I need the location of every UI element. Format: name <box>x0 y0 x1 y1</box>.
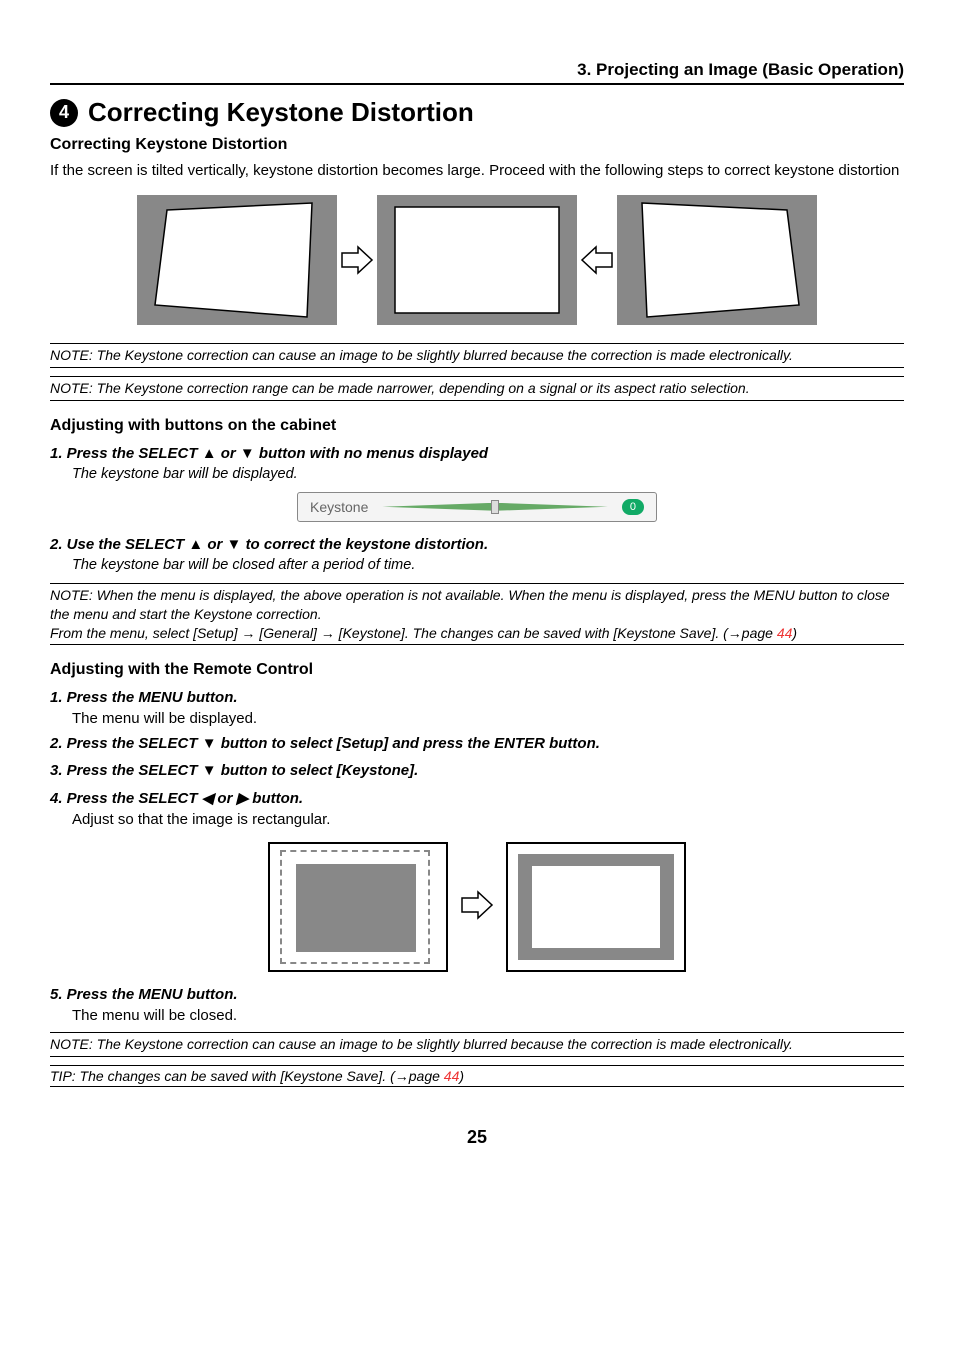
note-range: NOTE: The Keystone correction range can … <box>50 376 904 401</box>
arrow-right-icon <box>337 245 377 275</box>
note-blur-1: NOTE: The Keystone correction can cause … <box>50 343 904 368</box>
keystone-bar: Keystone 0 <box>297 492 657 522</box>
keystone-label: Keystone <box>310 499 368 515</box>
cabinet-step-1-note: The keystone bar will be displayed. <box>72 466 904 482</box>
chapter-header: 3. Projecting an Image (Basic Operation) <box>50 60 904 85</box>
distorted-left-frame <box>137 195 337 325</box>
arrow-left-icon <box>577 245 617 275</box>
note-menu-text-b-prefix: From the menu, select [Setup] → [General… <box>50 625 777 641</box>
note-blur-2: NOTE: The Keystone correction can cause … <box>50 1032 904 1057</box>
cabinet-step-2: 2. Use the SELECT ▲ or ▼ to correct the … <box>50 536 904 553</box>
keystone-diagram-row <box>50 195 904 325</box>
tip-suffix: ) <box>459 1068 464 1084</box>
keystone-value: 0 <box>622 499 644 515</box>
section-title: 4 Correcting Keystone Distortion <box>50 97 904 128</box>
cabinet-step-2-note: The keystone bar will be closed after a … <box>72 557 904 573</box>
remote-step-3: 3. Press the SELECT ▼ button to select [… <box>50 762 904 779</box>
subheading-correcting: Correcting Keystone Distortion <box>50 136 904 154</box>
arrow-right-icon-2 <box>460 890 494 925</box>
cabinet-step-1: 1. Press the SELECT ▲ or ▼ button with n… <box>50 445 904 462</box>
remote-step-5-note: The menu will be closed. <box>72 1007 904 1024</box>
keystone-slider <box>382 505 608 509</box>
remote-step-4-note: Adjust so that the image is rectangular. <box>72 811 904 828</box>
before-adjust-frame <box>268 842 448 972</box>
remote-step-2: 2. Press the SELECT ▼ button to select [… <box>50 735 904 752</box>
page-link-44-a[interactable]: 44 <box>777 625 793 641</box>
subheading-cabinet: Adjusting with buttons on the cabinet <box>50 417 904 435</box>
section-title-text: Correcting Keystone Distortion <box>88 97 474 128</box>
note-menu-text-b-suffix: ) <box>792 625 797 641</box>
distorted-right-frame <box>617 195 817 325</box>
page-number: 25 <box>50 1127 904 1148</box>
remote-step-1-note: The menu will be displayed. <box>72 710 904 727</box>
tip-keystone-save: TIP: The changes can be saved with [Keys… <box>50 1065 904 1087</box>
note-menu-displayed: NOTE: When the menu is displayed, the ab… <box>50 583 904 646</box>
remote-step-4: 4. Press the SELECT ◀ or ▶ button. <box>50 789 904 807</box>
after-adjust-frame <box>506 842 686 972</box>
remote-step-5: 5. Press the MENU button. <box>50 986 904 1003</box>
note-menu-text-a: NOTE: When the menu is displayed, the ab… <box>50 587 890 622</box>
remote-step-1: 1. Press the MENU button. <box>50 689 904 706</box>
intro-text: If the screen is tilted vertically, keys… <box>50 160 904 181</box>
page-link-44-b[interactable]: 44 <box>444 1068 460 1084</box>
corrected-frame <box>377 195 577 325</box>
tip-prefix: TIP: The changes can be saved with [Keys… <box>50 1068 444 1084</box>
section-number-badge: 4 <box>50 99 78 127</box>
subheading-remote: Adjusting with the Remote Control <box>50 661 904 679</box>
remote-diagram-row <box>50 842 904 972</box>
